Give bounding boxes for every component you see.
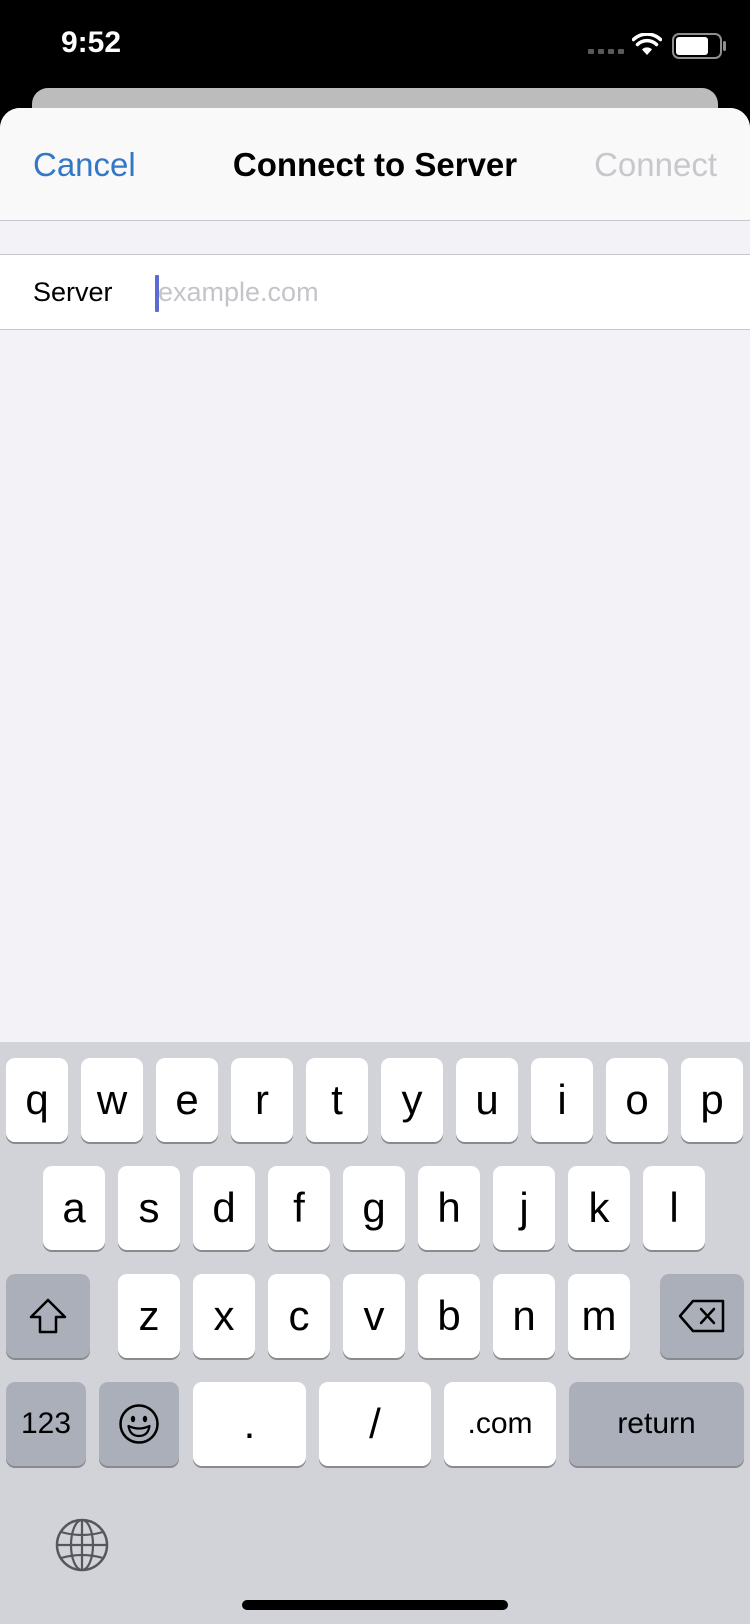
key-h[interactable]: h — [418, 1166, 480, 1250]
key-o[interactable]: o — [606, 1058, 668, 1142]
key-a[interactable]: a — [43, 1166, 105, 1250]
keyboard: q w e r t y u i o p a s d f g h j k l z … — [0, 1042, 750, 1624]
wifi-icon — [632, 33, 662, 55]
dotcom-key[interactable]: .com — [444, 1382, 556, 1466]
key-v[interactable]: v — [343, 1274, 405, 1358]
dot-key[interactable]: . — [193, 1382, 306, 1466]
numbers-key[interactable]: 123 — [6, 1382, 86, 1466]
slash-key[interactable]: / — [319, 1382, 431, 1466]
shift-icon — [29, 1298, 67, 1334]
key-x[interactable]: x — [193, 1274, 255, 1358]
connect-button[interactable]: Connect — [594, 146, 717, 184]
key-n[interactable]: n — [493, 1274, 555, 1358]
text-caret — [155, 275, 159, 312]
key-i[interactable]: i — [531, 1058, 593, 1142]
return-key[interactable]: return — [569, 1382, 744, 1466]
globe-icon[interactable] — [55, 1518, 109, 1572]
emoji-icon — [119, 1404, 159, 1444]
key-c[interactable]: c — [268, 1274, 330, 1358]
server-row: Server — [0, 254, 750, 330]
key-t[interactable]: t — [306, 1058, 368, 1142]
key-e[interactable]: e — [156, 1058, 218, 1142]
key-d[interactable]: d — [193, 1166, 255, 1250]
shift-key[interactable] — [6, 1274, 90, 1358]
key-b[interactable]: b — [418, 1274, 480, 1358]
navigation-bar: Cancel Connect to Server Connect — [0, 108, 750, 221]
status-bar: 9:52 — [0, 0, 750, 96]
cellular-signal-icon — [588, 49, 624, 55]
key-g[interactable]: g — [343, 1166, 405, 1250]
backspace-icon — [678, 1299, 725, 1333]
key-f[interactable]: f — [268, 1166, 330, 1250]
key-z[interactable]: z — [118, 1274, 180, 1358]
server-label: Server — [33, 277, 113, 307]
key-u[interactable]: u — [456, 1058, 518, 1142]
key-y[interactable]: y — [381, 1058, 443, 1142]
battery-icon — [672, 33, 726, 59]
key-w[interactable]: w — [81, 1058, 143, 1142]
key-j[interactable]: j — [493, 1166, 555, 1250]
key-r[interactable]: r — [231, 1058, 293, 1142]
emoji-key[interactable] — [99, 1382, 179, 1466]
key-q[interactable]: q — [6, 1058, 68, 1142]
key-p[interactable]: p — [681, 1058, 743, 1142]
key-m[interactable]: m — [568, 1274, 630, 1358]
key-l[interactable]: l — [643, 1166, 705, 1250]
key-k[interactable]: k — [568, 1166, 630, 1250]
key-s[interactable]: s — [118, 1166, 180, 1250]
backspace-key[interactable] — [660, 1274, 744, 1358]
home-indicator[interactable] — [242, 1600, 508, 1610]
server-input[interactable] — [154, 269, 718, 315]
status-time: 9:52 — [61, 26, 122, 59]
